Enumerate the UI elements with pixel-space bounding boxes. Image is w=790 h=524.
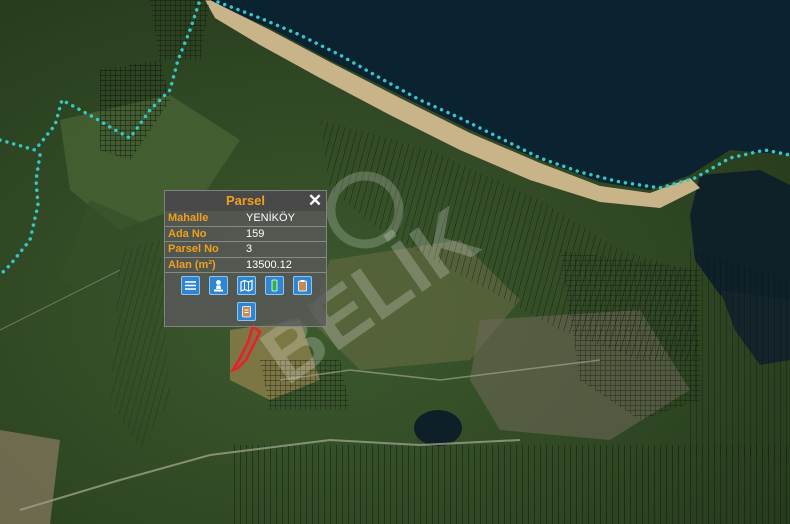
document-button[interactable] [265, 276, 284, 295]
list-button[interactable] [181, 276, 200, 295]
satellite-map[interactable]: BELİK [0, 0, 790, 524]
parcel-info-popup: Parsel ✕ Mahalle YENİKÖY Ada No 159 Pars… [164, 190, 327, 327]
protected-zone-hatch [230, 445, 790, 524]
person-icon [214, 280, 223, 292]
popup-title: Parsel [165, 191, 326, 211]
report-icon [242, 306, 251, 318]
protected-zone-hatch [150, 0, 210, 60]
row-alan: Alan (m²) 13500.12 [165, 258, 326, 273]
clipboard-button[interactable] [293, 276, 312, 295]
list-icon [185, 281, 196, 290]
protected-zone-hatch [690, 250, 790, 460]
row-value: 3 [246, 243, 253, 255]
row-label: Parsel No [168, 243, 219, 255]
row-mahalle: Mahalle YENİKÖY [165, 211, 326, 227]
clipboard-icon [298, 280, 307, 292]
report-button[interactable] [237, 302, 256, 321]
owner-button[interactable] [209, 276, 228, 295]
close-icon[interactable]: ✕ [306, 191, 324, 211]
row-label: Alan (m²) [168, 258, 216, 271]
row-label: Ada No [168, 227, 207, 240]
map-button[interactable] [237, 276, 256, 295]
row-label: Mahalle [168, 212, 209, 224]
pond-area [414, 410, 462, 446]
row-value: YENİKÖY [246, 212, 295, 224]
map-icon [240, 279, 253, 292]
row-value: 13500.12 [246, 258, 292, 271]
document-icon [271, 279, 278, 292]
farmland-patch [0, 430, 60, 524]
row-ada-no: Ada No 159 [165, 227, 326, 242]
row-value: 159 [246, 227, 265, 240]
row-parsel-no: Parsel No 3 [165, 242, 326, 258]
